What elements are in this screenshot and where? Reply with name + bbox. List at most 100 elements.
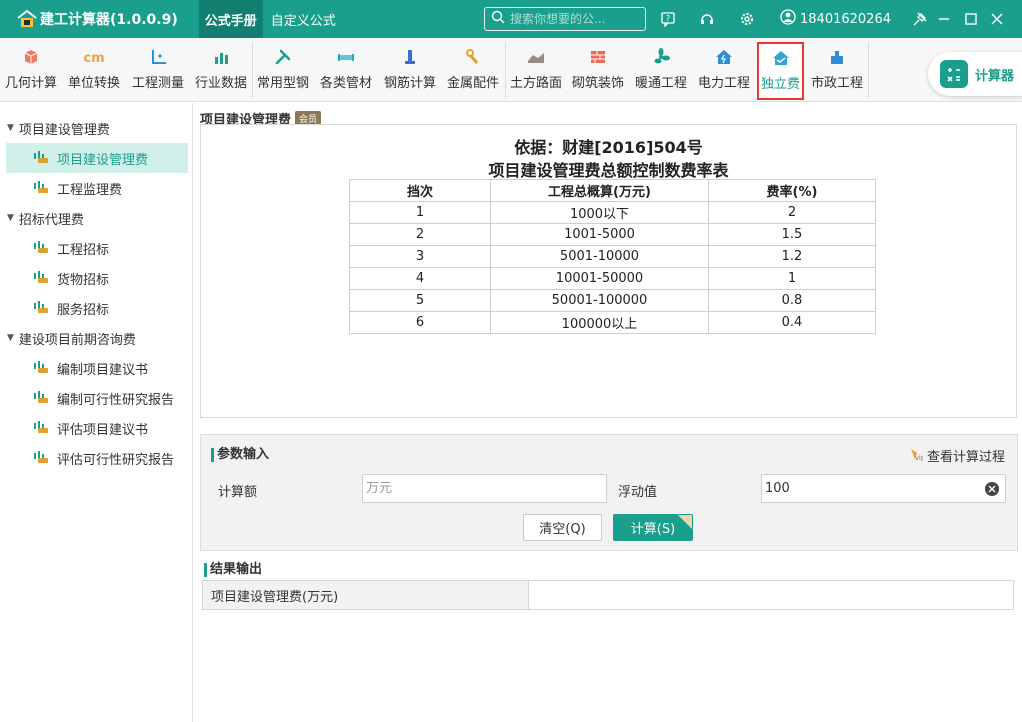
sidebar-item-feasibility-drafting[interactable]: 编制可行性研究报告 <box>6 383 188 413</box>
tool-electric[interactable]: 电力工程 <box>698 38 750 100</box>
tool-surveying[interactable]: 工程测量 <box>132 38 184 100</box>
sidebar-item-construction-mgmt-fee[interactable]: 项目建设管理费 <box>6 143 188 173</box>
tab-formula-manual[interactable]: 公式手册 <box>198 0 263 38</box>
table-cell: 5 <box>349 289 491 312</box>
caret-down-icon: ▼ <box>7 213 14 223</box>
unit-convert-icon: cm <box>84 51 104 66</box>
tool-label: 金属配件 <box>447 76 500 91</box>
table-cell: 0.8 <box>708 289 876 312</box>
tool-label: 工程测量 <box>132 76 185 91</box>
table-row: 2 1001-5000 1.5 <box>349 223 876 246</box>
title-bar: 建工计算器(1.0.0.9) 公式手册 自定义公式 ? 18401620264 <box>0 0 1022 38</box>
tool-label: 电力工程 <box>698 76 751 91</box>
toolbar-divider <box>252 42 253 98</box>
table-row: 3 5001-10000 1.2 <box>349 245 876 268</box>
tool-rebar[interactable]: 钢筋计算 <box>384 38 436 100</box>
tool-label: 独立费 <box>760 77 800 92</box>
tool-earthwork[interactable]: 土方路面 <box>510 38 562 100</box>
settings-gear-icon[interactable] <box>737 9 757 29</box>
float-label: 浮动值 <box>618 485 658 500</box>
sidebar-item-proposal-evaluation[interactable]: 评估项目建议书 <box>6 413 188 443</box>
caret-down-icon: ▼ <box>7 123 14 133</box>
sidebar-item-engineering-bidding[interactable]: 工程招标 <box>6 233 188 263</box>
table-cell: 2 <box>708 201 876 224</box>
sidebar-item-feasibility-evaluation[interactable]: 评估可行性研究报告 <box>6 443 188 473</box>
table-cell: 1001-5000 <box>490 223 709 246</box>
table-cell: 6 <box>349 311 491 334</box>
search-input[interactable] <box>510 12 630 26</box>
tool-label: 单位转换 <box>68 76 121 91</box>
clear-field-icon[interactable] <box>985 482 999 496</box>
sidebar-item-service-bidding[interactable]: 服务招标 <box>6 293 188 323</box>
tool-label: 几何计算 <box>5 76 58 91</box>
tool-label: 行业数据 <box>195 76 248 91</box>
view-process-label: 查看计算过程 <box>926 450 1005 465</box>
tool-hvac[interactable]: 暖通工程 <box>635 38 687 100</box>
params-title: 参数输入 <box>211 448 269 462</box>
results-title: 结果输出 <box>204 563 262 577</box>
sidebar-item-goods-bidding[interactable]: 货物招标 <box>6 263 188 293</box>
sidebar-item-supervision-fee[interactable]: 工程监理费 <box>6 173 188 203</box>
sidebar-group-bidding-agency[interactable]: ▼ 招标代理费 <box>0 203 84 233</box>
headset-icon[interactable] <box>697 9 717 29</box>
tool-steel-sections[interactable]: 常用型钢 <box>257 38 309 100</box>
close-icon[interactable] <box>987 9 1007 29</box>
sidebar-item-proposal-drafting[interactable]: 编制项目建议书 <box>6 353 188 383</box>
basis-heading: 依据：财建[2016]504号 <box>514 138 703 157</box>
sidebar-item-label: 工程招标 <box>57 242 110 258</box>
table-cell: 1 <box>349 201 491 224</box>
float-field[interactable] <box>761 474 1006 503</box>
minimize-icon[interactable] <box>934 9 954 29</box>
fan-icon <box>654 48 670 64</box>
tool-municipal[interactable]: 市政工程 <box>811 38 863 100</box>
user-account[interactable]: 18401620264 <box>776 0 891 38</box>
table-row: 1 1000以下 2 <box>349 201 876 224</box>
feedback-icon[interactable]: ? <box>658 9 678 29</box>
tool-industry-data[interactable]: 行业数据 <box>195 38 247 100</box>
tool-label: 暖通工程 <box>635 76 688 91</box>
table-cell: 5001-10000 <box>490 245 709 268</box>
tool-masonry[interactable]: 砌筑装饰 <box>572 38 624 100</box>
tool-unit-convert[interactable]: cm 单位转换 <box>68 38 120 100</box>
parameter-panel: 参数输入 vip 查看计算过程 计算额 浮动值 清空(Q) 计算(S) <box>200 434 1018 551</box>
svg-text:cm: cm <box>84 51 104 66</box>
svg-text:vip: vip <box>915 454 923 461</box>
amount-field[interactable] <box>362 474 607 503</box>
vip-key-icon: vip <box>909 447 926 465</box>
search-box[interactable] <box>484 7 646 31</box>
sidebar-group-label: 招标代理费 <box>18 212 84 228</box>
amount-input[interactable] <box>366 481 606 496</box>
sidebar-group-label: 建设项目前期咨询费 <box>18 332 136 348</box>
sidebar-item-label: 项目建设管理费 <box>57 152 149 168</box>
vip-chart-icon <box>33 269 49 287</box>
view-process-link[interactable]: vip 查看计算过程 <box>909 446 1005 465</box>
sidebar-group-pre-consulting[interactable]: ▼ 建设项目前期咨询费 <box>0 323 136 353</box>
table-row: 6 100000以上 0.4 <box>349 311 876 334</box>
sidebar-item-label: 编制可行性研究报告 <box>57 392 175 408</box>
tab-custom-formula[interactable]: 自定义公式 <box>265 0 342 38</box>
clear-button[interactable]: 清空(Q) <box>523 514 602 541</box>
tool-label: 常用型钢 <box>257 76 310 91</box>
sidebar: ▼ 项目建设管理费 项目建设管理费 工程监理费 ▼ 招标代理费 工程招标 货物招… <box>0 103 193 722</box>
vip-chart-icon <box>33 299 49 317</box>
tool-metal-fittings[interactable]: 金属配件 <box>447 38 499 100</box>
sidebar-group-construction-mgmt[interactable]: ▼ 项目建设管理费 <box>0 113 110 143</box>
table-row: 5 50001-100000 0.8 <box>349 289 876 312</box>
float-input[interactable] <box>765 481 1005 496</box>
pin-icon[interactable] <box>910 9 930 29</box>
wrench-icon <box>275 49 291 65</box>
axis-measure-icon <box>152 50 166 64</box>
result-value <box>529 581 1013 609</box>
maximize-icon[interactable] <box>961 9 981 29</box>
tool-independent-fee[interactable]: 独立费 <box>757 42 804 100</box>
toolbar-divider <box>868 42 869 98</box>
tool-geometry[interactable]: 几何计算 <box>5 38 57 100</box>
table-cell: 100000以上 <box>490 311 709 334</box>
sidebar-group-label: 项目建设管理费 <box>18 122 110 138</box>
table-cell: 3 <box>349 245 491 268</box>
vip-corner-icon <box>678 515 692 529</box>
tool-pipes[interactable]: 各类管材 <box>320 38 372 100</box>
calculator-button[interactable]: 计算器 <box>928 52 1022 96</box>
column-header: 工程总概算(万元) <box>490 179 709 202</box>
calculate-button[interactable]: 计算(S) <box>613 514 693 541</box>
